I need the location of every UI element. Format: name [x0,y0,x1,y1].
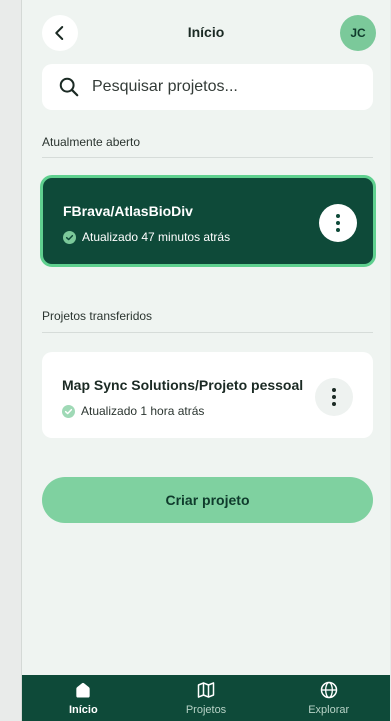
nav-label: Explorar [308,704,350,716]
more-vertical-icon [332,388,336,406]
nav-item-projects[interactable]: Projetos [145,675,268,721]
globe-icon [320,681,337,699]
section-label-transferred: Projetos transferidos [42,309,153,323]
project-card[interactable]: Map Sync Solutions/Projeto pessoal Atual… [42,352,373,438]
more-vertical-icon [336,214,340,232]
create-project-button[interactable]: Criar projeto [42,477,373,523]
open-project-card[interactable]: FBrava/AtlasBioDiv Atualizado 47 minutos… [40,175,376,267]
project-title: FBrava/AtlasBioDiv [63,203,193,219]
section-label-open: Atualmente aberto [42,135,141,149]
nav-item-explore[interactable]: Explorar [267,675,390,721]
divider [42,157,373,158]
project-status: Atualizado 1 hora atrás [62,404,204,418]
project-status: Atualizado 47 minutos atrás [63,230,230,244]
top-bar: Início JC [22,15,390,51]
project-status-text: Atualizado 1 hora atrás [81,404,205,418]
search-icon [59,77,79,97]
nav-item-home[interactable]: Início [22,675,145,721]
check-circle-icon [63,230,76,244]
more-options-button[interactable] [319,204,357,242]
more-options-button[interactable] [315,378,353,416]
search-placeholder: Pesquisar projetos... [92,78,238,95]
map-icon [197,682,215,698]
divider [42,332,373,333]
project-status-text: Atualizado 47 minutos atrás [82,230,231,244]
app-screen: Início JC Pesquisar projetos... Atualmen… [21,0,390,721]
nav-label: Projetos [185,704,227,716]
page-title: Início [187,24,225,40]
check-circle-icon [62,404,75,418]
home-icon [76,682,90,698]
bottom-navigation: Início Projetos Explorar [22,675,390,721]
search-input[interactable]: Pesquisar projetos... [42,64,373,110]
nav-label: Início [68,704,98,716]
project-title: Map Sync Solutions/Projeto pessoal [62,377,304,393]
avatar[interactable]: JC [340,15,376,51]
